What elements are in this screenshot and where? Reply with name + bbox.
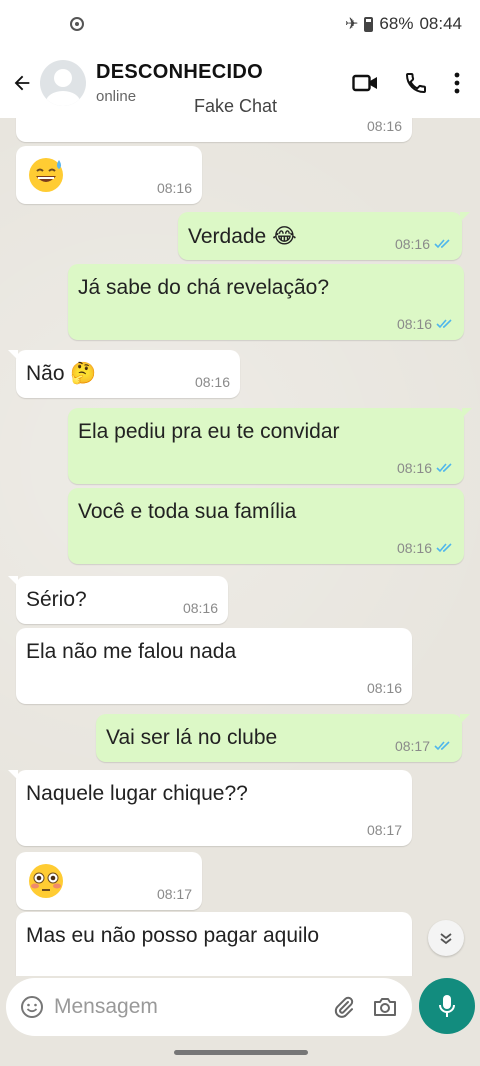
read-ticks-icon	[434, 741, 450, 751]
message-bubble-incoming[interactable]: Ela não me falou nada 08:16	[16, 628, 412, 704]
message-text: Ela pediu pra eu te convidar	[78, 420, 340, 443]
message-text: Ela não me falou nada	[26, 640, 237, 663]
message-time: 08:16	[397, 460, 454, 476]
message-time: 08:16	[182, 600, 218, 616]
read-ticks-icon	[434, 239, 450, 249]
message-bubble-incoming[interactable]: Mas eu não posso pagar aquilo	[16, 912, 412, 976]
app-watermark-label: Fake Chat	[194, 96, 278, 116]
clock: 08:44	[419, 14, 462, 33]
message-time: 08:17	[366, 822, 402, 838]
message-text: Mas eu não posso pagar aquilo	[26, 924, 320, 947]
message-time: 08:17	[395, 738, 452, 754]
message-text: Já sabe do chá revelação?	[78, 276, 330, 299]
header-actions	[352, 71, 460, 95]
read-ticks-icon	[436, 319, 452, 329]
voice-message-button[interactable]	[419, 978, 475, 1034]
message-time: 08:16	[366, 118, 402, 134]
message-time: 08:16	[397, 316, 454, 332]
read-ticks-icon	[436, 543, 452, 553]
message-text: Vai ser lá no clube	[106, 726, 278, 749]
message-text: Não 🤔	[26, 362, 97, 385]
emoji-picker-icon[interactable]	[20, 995, 44, 1019]
message-text: Naquele lugar chique??	[26, 782, 248, 805]
message-time: 08:16	[397, 540, 454, 556]
sweat-smile-emoji-icon	[29, 158, 63, 192]
attach-icon[interactable]	[332, 995, 356, 1019]
message-input[interactable]: Mensagem	[6, 978, 412, 1036]
double-chevron-down-icon	[440, 933, 452, 945]
more-options-icon[interactable]	[454, 72, 460, 94]
message-bubble-incoming[interactable]: Naquele lugar chique?? 08:17	[8, 770, 412, 846]
phone-call-icon[interactable]	[404, 71, 428, 95]
home-indicator[interactable]	[174, 1050, 308, 1055]
notification-icon	[70, 17, 84, 31]
message-input-placeholder: Mensagem	[54, 995, 158, 1018]
flushed-emoji-icon	[29, 864, 63, 898]
message-bubble-incoming[interactable]: 08:17	[16, 852, 202, 910]
message-bubble-incoming[interactable]: Sério? 08:16	[8, 576, 228, 624]
message-bubble-outgoing[interactable]: Verdade 😂 08:16	[178, 212, 470, 260]
back-button[interactable]	[4, 72, 40, 94]
message-bubble-incoming[interactable]: Não 🤔 08:16	[8, 350, 240, 398]
message-text: Verdade 😂	[188, 225, 297, 248]
status-right: ✈ 68% 08:44	[345, 14, 462, 34]
read-ticks-icon	[436, 463, 452, 473]
message-text: Você e toda sua família	[78, 500, 297, 523]
back-arrow-icon	[14, 75, 30, 91]
status-bar: ✈ 68% 08:44	[0, 0, 480, 48]
message-bubble-outgoing[interactable]: Já sabe do chá revelação? 08:16	[68, 264, 464, 340]
battery-level: 68%	[379, 14, 414, 33]
message-bubble-outgoing[interactable]: Ela pediu pra eu te convidar 08:16	[68, 408, 472, 484]
message-bubble-outgoing[interactable]: Você e toda sua família 08:16	[68, 488, 464, 564]
message-bubble-outgoing[interactable]: Vai ser lá no clube 08:17	[96, 714, 470, 762]
message-time: 08:16	[395, 236, 452, 252]
message-text: Sério?	[26, 588, 87, 611]
message-bubble-incoming[interactable]: 08:16	[16, 118, 412, 142]
airplane-mode-icon: ✈	[345, 16, 359, 33]
input-actions	[332, 995, 398, 1019]
message-time: 08:16	[366, 680, 402, 696]
scroll-to-bottom-button[interactable]	[428, 920, 464, 956]
camera-icon[interactable]	[372, 995, 398, 1019]
message-time: 08:16	[156, 180, 192, 196]
battery-icon	[364, 16, 374, 32]
contact-name: DESCONHECIDO	[96, 61, 263, 83]
message-bubble-incoming[interactable]: 08:16	[16, 146, 202, 204]
chat-area[interactable]: 08:16 08:16 Verdade 😂 08:16 Já sabe do c…	[0, 118, 480, 976]
avatar[interactable]	[40, 60, 86, 106]
message-time: 08:17	[156, 886, 192, 902]
message-time: 08:16	[194, 374, 230, 390]
microphone-icon	[439, 995, 455, 1017]
video-call-icon[interactable]	[352, 72, 378, 94]
